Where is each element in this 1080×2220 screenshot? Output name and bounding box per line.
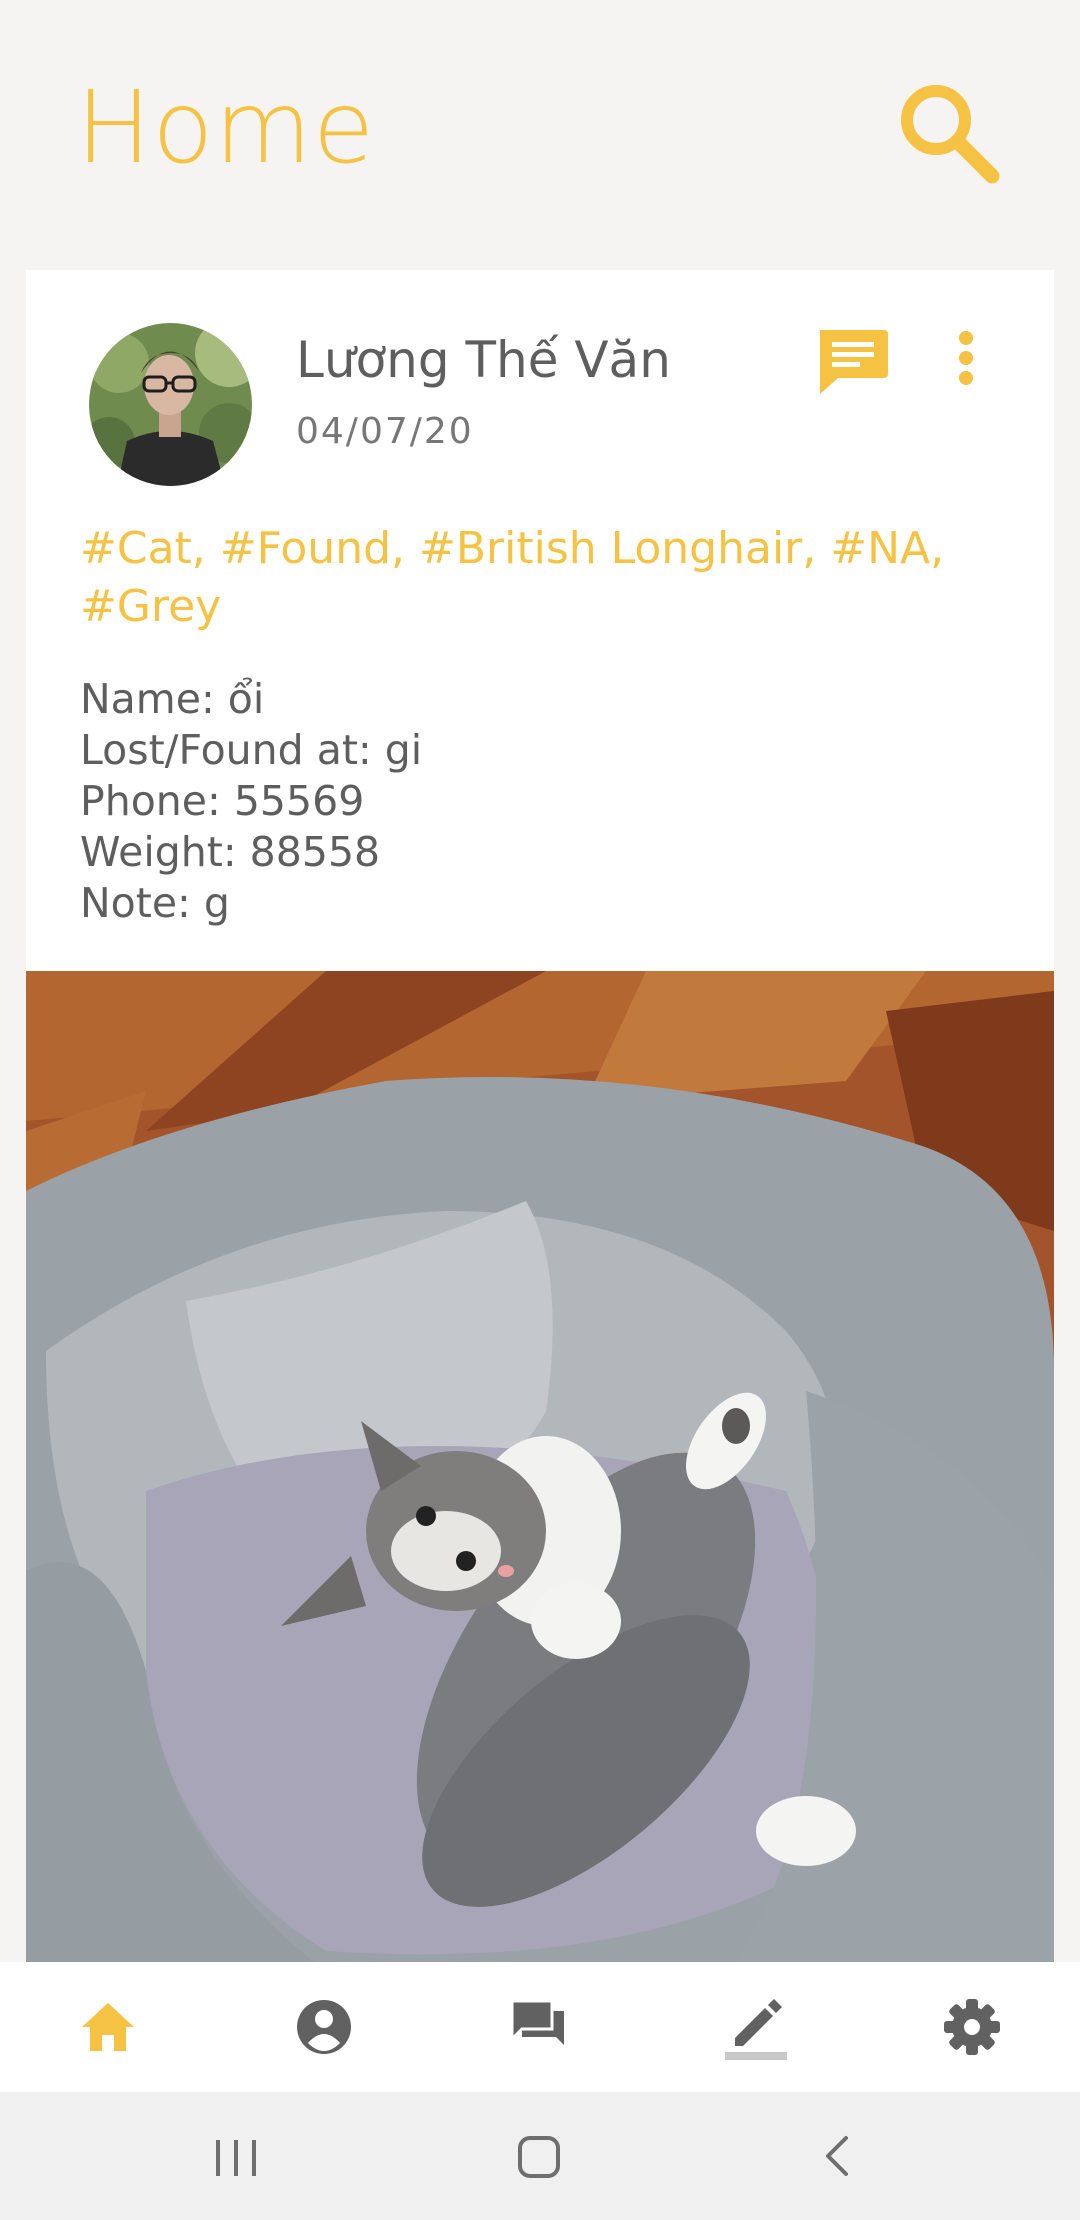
more-options-button[interactable]: [946, 326, 986, 396]
home-icon: [82, 2003, 134, 2051]
post-tags: #Cat, #Found, #British Longhair, #NA, #G…: [80, 523, 945, 632]
account-icon: [297, 2000, 351, 2054]
detail-location: Lost/Found at: gi: [80, 726, 423, 774]
post-details: Name: ổi Lost/Found at: gi Phone: 55569 …: [80, 674, 1000, 929]
comment-button[interactable]: [812, 320, 892, 400]
nav-settings[interactable]: [864, 1962, 1080, 2092]
post-date: 04/07/20: [296, 411, 474, 452]
nav-home[interactable]: [0, 1962, 216, 2092]
more-vert-icon: [959, 331, 973, 385]
page-title: Home: [76, 69, 376, 186]
home-system-button[interactable]: [478, 2112, 598, 2200]
settings-icon: [944, 1999, 1000, 2055]
forum-icon: [510, 1999, 564, 2045]
edit-icon: [725, 1999, 787, 2060]
bottom-navigation: [0, 1962, 1080, 2092]
home-square-icon: [518, 2136, 560, 2178]
comment-icon: [820, 330, 888, 394]
system-navigation-bar: [0, 2092, 1080, 2220]
detail-weight: Weight: 88558: [80, 828, 381, 876]
detail-note: Note: g: [80, 879, 230, 927]
back-icon: [826, 2136, 848, 2176]
avatar[interactable]: [89, 323, 252, 486]
nav-messages[interactable]: [432, 1962, 648, 2092]
author-name[interactable]: Lương Thế Văn: [296, 328, 671, 392]
post-card[interactable]: Lương Thế Văn 04/07/20 #Cat, #Found, #Br…: [26, 270, 1054, 1970]
search-icon: [901, 85, 1000, 184]
post-photo[interactable]: [26, 971, 1054, 1970]
nav-create-post[interactable]: [648, 1962, 864, 2092]
app-header: Home: [0, 0, 1080, 270]
detail-phone: Phone: 55569: [80, 777, 365, 825]
nav-profile[interactable]: [216, 1962, 432, 2092]
back-button[interactable]: [780, 2112, 900, 2200]
recent-apps-button[interactable]: [176, 2112, 296, 2200]
recent-apps-icon: [216, 2140, 256, 2176]
search-button[interactable]: [888, 74, 1008, 194]
detail-name: Name: ổi: [80, 675, 265, 723]
